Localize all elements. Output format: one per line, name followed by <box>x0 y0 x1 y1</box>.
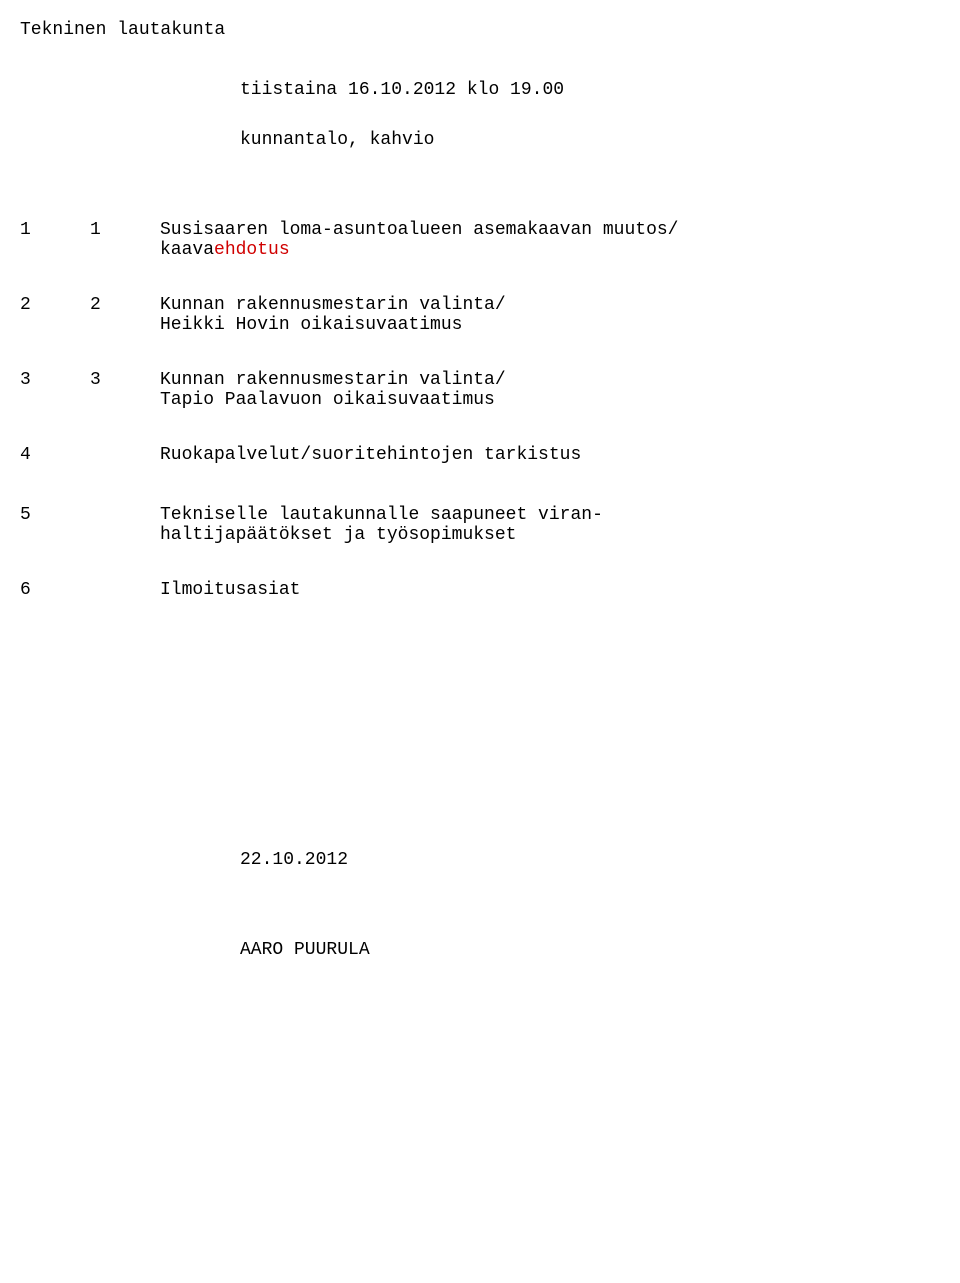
agenda-item-4: 4 Ruokapalvelut/suoritehintojen tarkistu… <box>20 445 900 465</box>
agenda-num-right: 1 <box>90 220 160 260</box>
document-page: Tekninen lautakunta tiistaina 16.10.2012… <box>0 0 960 1283</box>
agenda-num-right: 2 <box>90 295 160 335</box>
agenda-item-5: 5 Tekniselle lautakunnalle saapuneet vir… <box>20 505 900 545</box>
agenda-num-left: 4 <box>20 445 90 465</box>
agenda-num-left: 1 <box>20 220 90 260</box>
meeting-time: tiistaina 16.10.2012 klo 19.00 <box>240 80 900 100</box>
agenda-text: Ruokapalvelut/suoritehintojen tarkistus <box>160 445 900 465</box>
agenda-item-2: 2 2 Kunnan rakennusmestarin valinta/ Hei… <box>20 295 900 335</box>
meeting-place: kunnantalo, kahvio <box>240 130 900 150</box>
agenda-num-right: 3 <box>90 370 160 410</box>
agenda-num-right <box>90 580 160 600</box>
agenda-text-red: ehdotus <box>214 240 290 260</box>
agenda-item-1: 1 1 Susisaaren loma-asuntoalueen asemaka… <box>20 220 900 260</box>
agenda-num-left: 6 <box>20 580 90 600</box>
agenda-text: Ilmoitusasiat <box>160 580 900 600</box>
document-signer: AARO PUURULA <box>240 940 900 960</box>
agenda-line: Susisaaren loma-asuntoalueen asemakaavan… <box>160 220 900 240</box>
agenda-num-left: 5 <box>20 505 90 545</box>
agenda-text: Tekniselle lautakunnalle saapuneet viran… <box>160 505 900 545</box>
agenda-line: Kunnan rakennusmestarin valinta/ <box>160 370 900 390</box>
agenda-line: Tekniselle lautakunnalle saapuneet viran… <box>160 505 900 525</box>
page-title: Tekninen lautakunta <box>20 20 900 40</box>
agenda-num-left: 3 <box>20 370 90 410</box>
agenda-num-right <box>90 505 160 545</box>
agenda-item-3: 3 3 Kunnan rakennusmestarin valinta/ Tap… <box>20 370 900 410</box>
agenda-line: Ilmoitusasiat <box>160 580 900 600</box>
agenda-num-right <box>90 445 160 465</box>
agenda-text-part: kaava <box>160 240 214 260</box>
agenda-line: Heikki Hovin oikaisuvaatimus <box>160 315 900 335</box>
agenda-line: Kunnan rakennusmestarin valinta/ <box>160 295 900 315</box>
agenda-num-left: 2 <box>20 295 90 335</box>
agenda-line: haltijapäätökset ja työsopimukset <box>160 525 900 545</box>
agenda-line: kaavaehdotus <box>160 240 900 260</box>
agenda-item-6: 6 Ilmoitusasiat <box>20 580 900 600</box>
agenda-line: Ruokapalvelut/suoritehintojen tarkistus <box>160 445 900 465</box>
agenda-text: Kunnan rakennusmestarin valinta/ Tapio P… <box>160 370 900 410</box>
document-date: 22.10.2012 <box>240 850 900 870</box>
agenda-line: Tapio Paalavuon oikaisuvaatimus <box>160 390 900 410</box>
agenda-text: Kunnan rakennusmestarin valinta/ Heikki … <box>160 295 900 335</box>
agenda-text: Susisaaren loma-asuntoalueen asemakaavan… <box>160 220 900 260</box>
